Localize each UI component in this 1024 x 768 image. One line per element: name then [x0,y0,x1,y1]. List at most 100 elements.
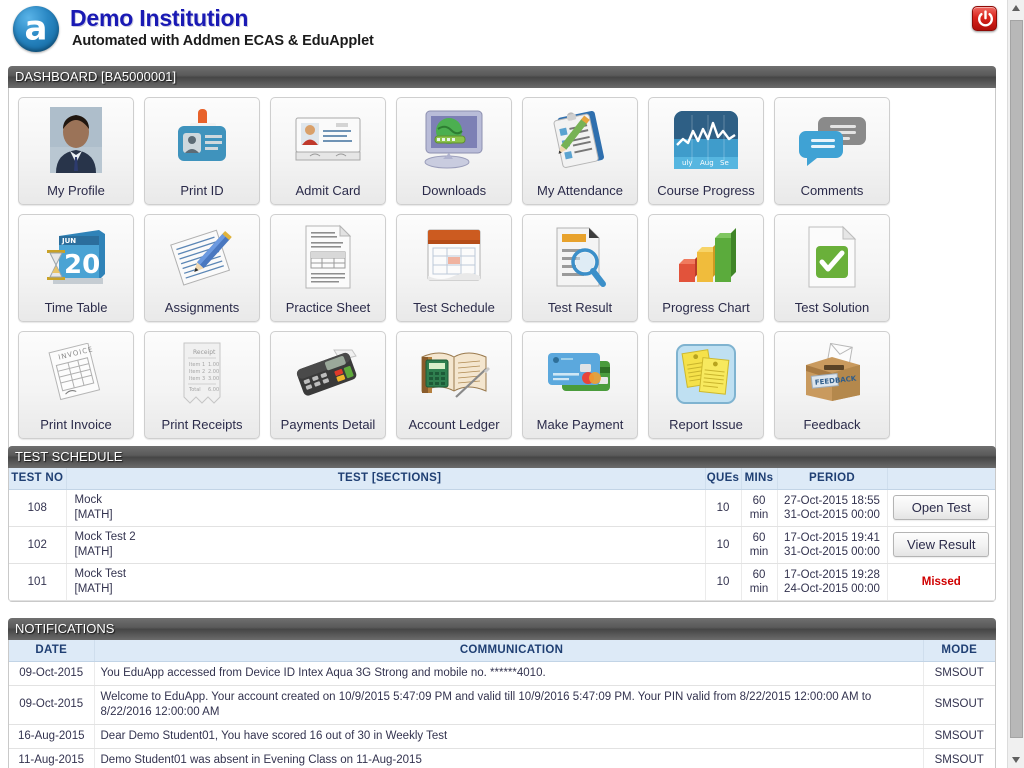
tile-admit-card[interactable]: Admit Card [270,97,386,205]
svg-text:1.00: 1.00 [208,362,219,368]
table-row: 108 Mock [MATH] 10 60 min 27-Oct-2015 18… [9,489,995,527]
tile-label: Practice Sheet [285,300,371,315]
tile-test-solution[interactable]: Test Solution [774,214,890,322]
table-row: 102 Mock Test 2 [MATH] 10 60 min 17-Oct-… [9,526,995,564]
tile-label: Downloads [421,183,487,198]
tile-print-id[interactable]: Print ID [144,97,260,205]
col-date: DATE [9,640,95,662]
tile-label: Feedback [803,417,861,432]
scroll-down-arrow-icon[interactable] [1008,751,1024,768]
tile-label: Test Solution [794,300,870,315]
tile-label: Assignments [164,300,240,315]
tile-label: Time Table [44,300,108,315]
cell-communication: Welcome to EduApp. Your account created … [94,685,924,725]
tile-label: My Attendance [537,183,623,198]
clipboard-pencil-icon [523,104,637,176]
invoice-icon: INVOICE [19,338,133,410]
page-scrollbar[interactable] [1007,0,1024,768]
list-item: 09-Oct-2015 Welcome to EduApp. Your acco… [9,685,995,725]
cell-communication: Dear Demo Student01, You have scored 16 … [94,724,924,749]
brand-header: Demo Institution Automated with Addmen E… [0,0,1006,62]
svg-text:uly: uly [682,159,693,167]
tile-label: Report Issue [669,417,743,432]
table-row: 101 Mock Test [MATH] 10 60 min 17-Oct-20… [9,563,995,601]
period-start: 27-Oct-2015 18:55 [784,494,880,507]
power-icon [978,10,993,27]
tile-my-attendance[interactable]: My Attendance [522,97,638,205]
view-result-button[interactable]: View Result [893,532,990,557]
cell-test-no: 108 [9,489,67,527]
col-communication: COMMUNICATION [94,640,924,662]
svg-text:Item 1: Item 1 [189,362,205,368]
tile-label: Comments [800,183,864,198]
tile-assignments[interactable]: Assignments [144,214,260,322]
svg-text:Se: Se [720,159,729,167]
cell-period: 17-Oct-2015 19:41 31-Oct-2015 00:00 [777,526,888,564]
tile-print-invoice[interactable]: INVOICE Print Invoice [18,331,134,439]
cell-communication: Demo Student01 was absent in Evening Cla… [94,748,924,768]
tile-test-result[interactable]: Test Result [522,214,638,322]
notifications-table: DATE COMMUNICATION MODE 09-Oct-2015 You … [9,640,995,768]
tile-label: Admit Card [295,183,361,198]
tile-make-payment[interactable]: Make Payment [522,331,638,439]
tile-print-receipts[interactable]: Receipt Item 1 1.00 Item 2 2.00 Item 3 3.00… [144,331,260,439]
cell-test-name: Mock [MATH] [66,489,706,527]
tile-feedback[interactable]: FEEDBACK Feedback [774,331,890,439]
calendar-hourglass-icon: JUN 20 [19,221,133,293]
monitor-globe-download-icon [397,104,511,176]
cell-ques: 10 [705,563,742,601]
svg-text:Item 2: Item 2 [189,369,205,375]
tile-time-table[interactable]: JUN 20 Time Table [18,214,134,322]
col-action [887,468,995,490]
ledger-calculator-icon [397,338,511,410]
period-start: 17-Oct-2015 19:41 [784,531,880,544]
tile-practice-sheet[interactable]: Practice Sheet [270,214,386,322]
cell-mins: 60 min [741,563,778,601]
scrollbar-thumb[interactable] [1010,20,1023,738]
tile-test-schedule[interactable]: Test Schedule [396,214,512,322]
open-test-button[interactable]: Open Test [893,495,990,520]
cell-date: 09-Oct-2015 [9,661,95,686]
tile-report-issue[interactable]: Report Issue [648,331,764,439]
svg-text:3.00: 3.00 [208,376,219,382]
mins-value: 60 [752,531,766,544]
tile-label: Course Progress [657,183,755,198]
status-badge-missed: Missed [921,575,961,588]
cell-test-no: 101 [9,563,67,601]
tile-account-ledger[interactable]: Account Ledger [396,331,512,439]
tile-payments-detail[interactable]: Payments Detail [270,331,386,439]
sticky-notes-icon [649,338,763,410]
card-terminal-icon [271,338,385,410]
tile-downloads[interactable]: Downloads [396,97,512,205]
tile-comments[interactable]: Comments [774,97,890,205]
list-item: 16-Aug-2015 Dear Demo Student01, You hav… [9,724,995,749]
notepad-pen-icon [145,221,259,293]
test-title: Mock Test [74,567,127,580]
cell-mode: SMSOUT [923,661,995,686]
cell-period: 17-Oct-2015 19:28 24-Oct-2015 00:00 [777,563,888,601]
cell-date: 09-Oct-2015 [9,685,95,725]
bar-chart-icon [649,221,763,293]
tile-my-profile[interactable]: My Profile [18,97,134,205]
tile-course-progress[interactable]: uly Aug Se Course Progress [648,97,764,205]
cell-mins: 60 min [741,489,778,527]
scroll-up-arrow-icon[interactable] [1008,0,1024,17]
cell-test-name: Mock Test 2 [MATH] [66,526,706,564]
cell-period: 27-Oct-2015 18:55 31-Oct-2015 00:00 [777,489,888,527]
svg-text:Item 3: Item 3 [189,376,205,382]
cell-mode: SMSOUT [923,685,995,725]
cell-communication: You EduApp accessed from Device ID Intex… [94,661,924,686]
list-item: 11-Aug-2015 Demo Student01 was absent in… [9,748,995,768]
cell-test-name: Mock Test [MATH] [66,563,706,601]
dashboard-panel: DASHBOARD [BA5000001] My Profile Print I… [8,66,996,452]
id-card-icon [145,104,259,176]
tile-label: Test Result [547,300,613,315]
list-item: 09-Oct-2015 You EduApp accessed from Dev… [9,661,995,686]
logout-power-button[interactable] [972,6,997,31]
test-sections: [MATH] [74,545,113,558]
tile-label: Make Payment [536,417,624,432]
cell-action: View Result [887,526,995,564]
tile-progress-chart[interactable]: Progress Chart [648,214,764,322]
tile-label: My Profile [47,183,105,198]
notifications-header-row: DATE COMMUNICATION MODE [9,640,995,662]
